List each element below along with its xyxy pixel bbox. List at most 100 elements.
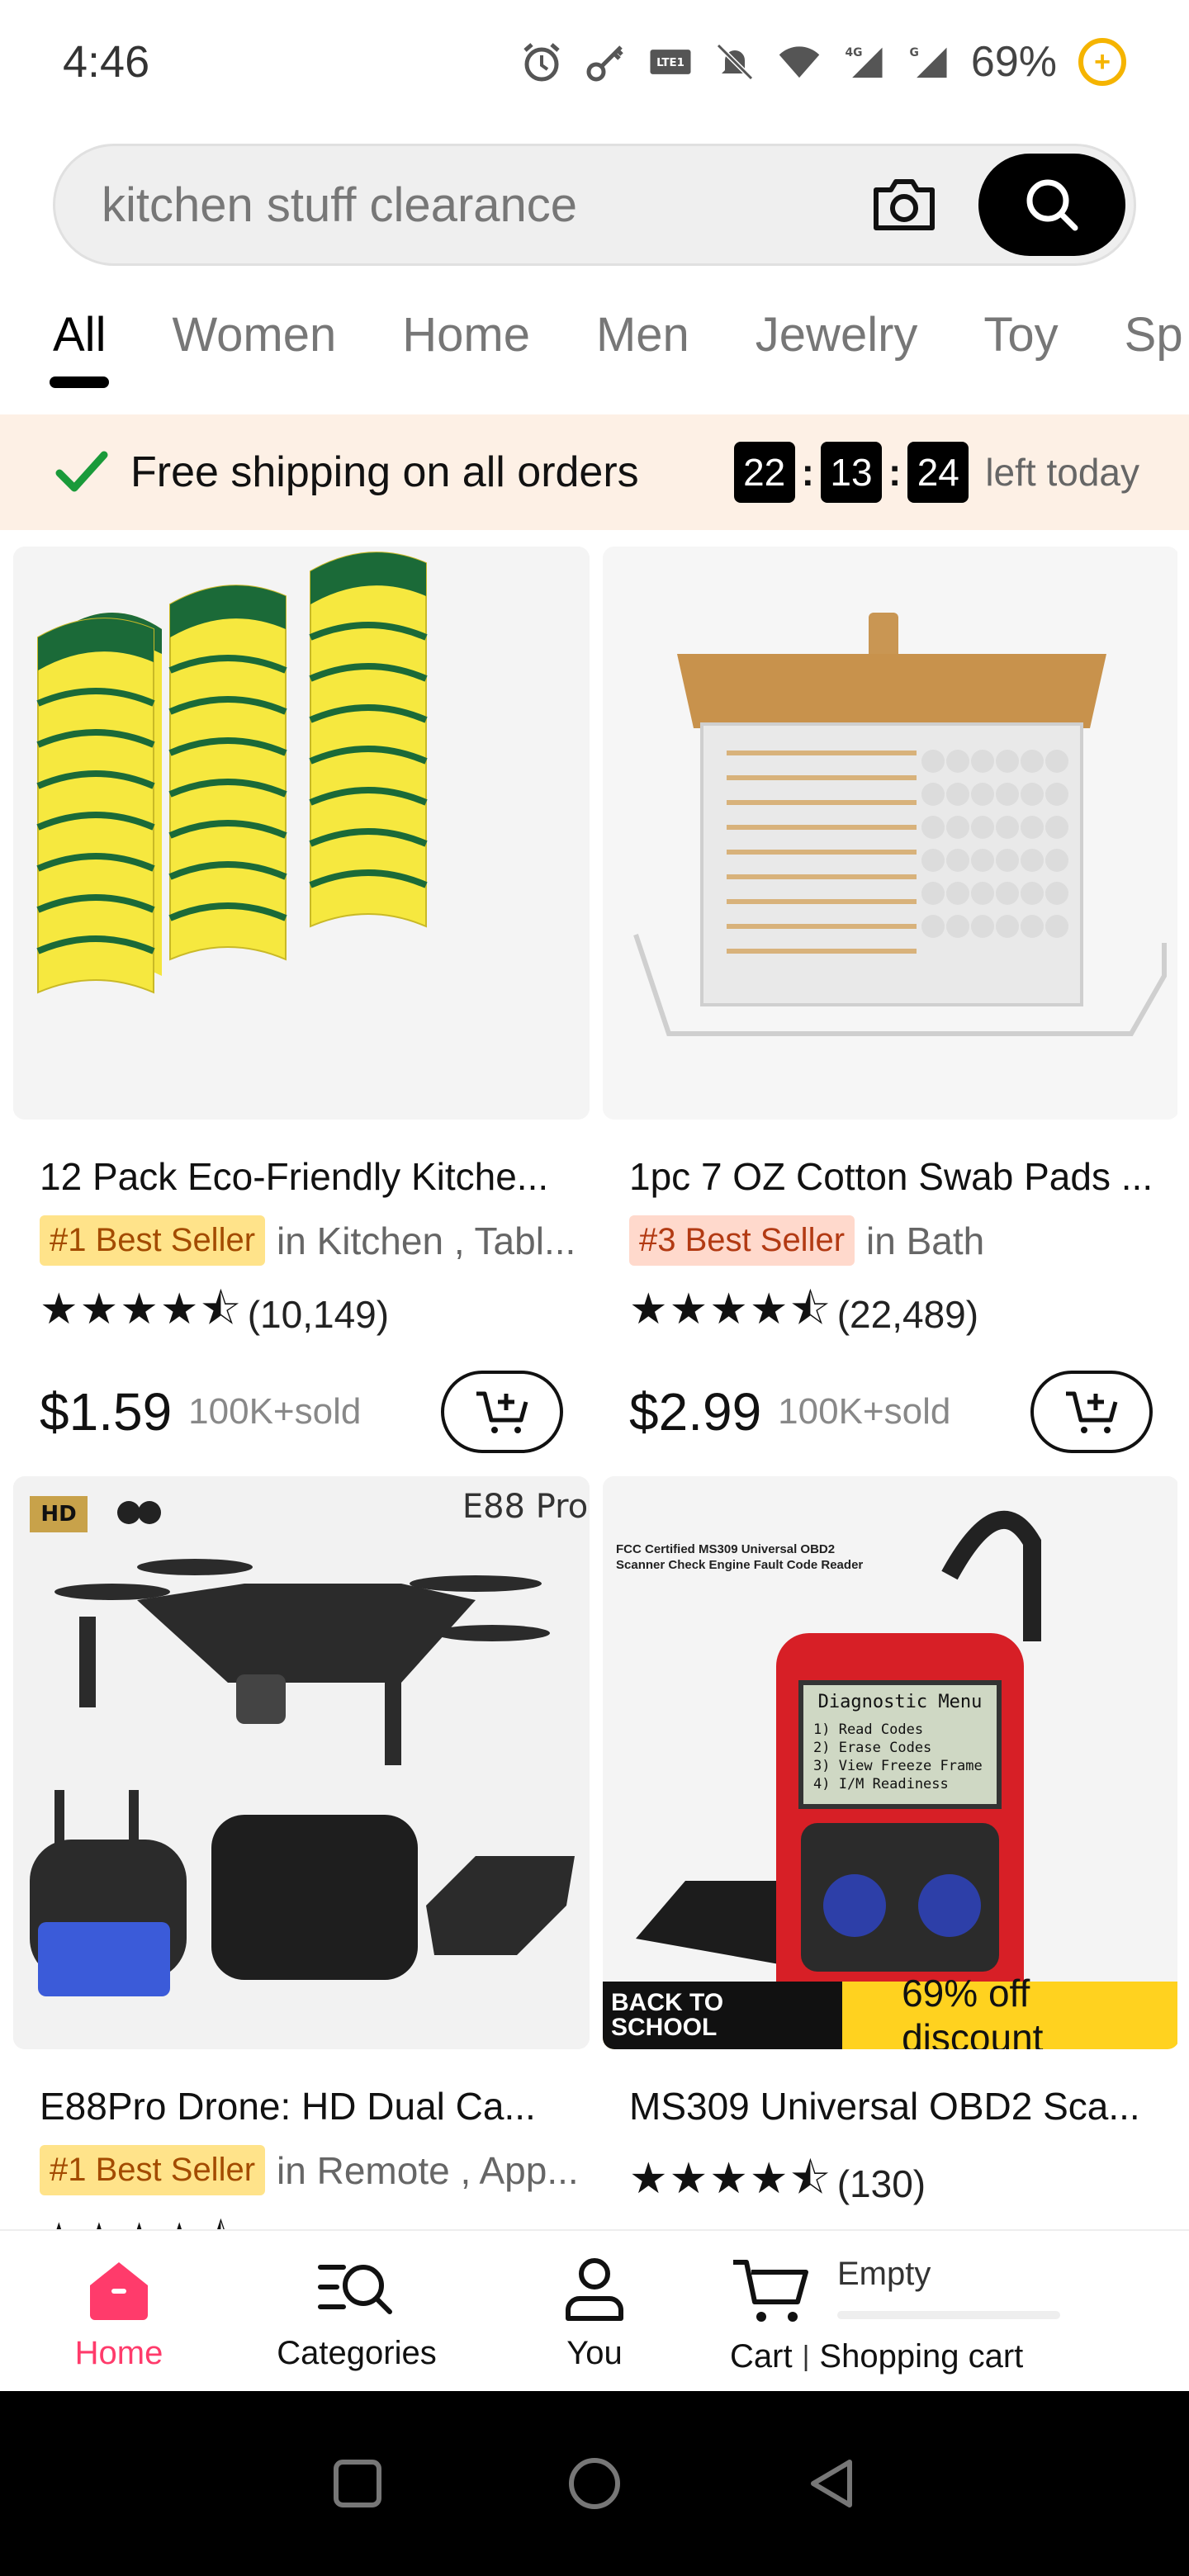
search-button[interactable] (978, 154, 1125, 256)
scanner-screen-line: 1) Read Codes (813, 1721, 923, 1738)
tab-toy[interactable]: Toy (983, 297, 1058, 362)
nav-categories[interactable]: Categories (238, 2231, 476, 2391)
svg-text:LTE1: LTE1 (656, 57, 685, 69)
nav-you[interactable]: You (476, 2231, 713, 2391)
review-count: (22,489) (836, 1292, 979, 1336)
cart-progress-bar (837, 2311, 1060, 2319)
seller-category[interactable]: in Kitchen , Tabl... (277, 1219, 576, 1263)
home-circle-icon[interactable] (566, 2455, 623, 2512)
image-label: E88 Pro (462, 1488, 588, 1526)
rating: ★★★★⯪ (22,489) (603, 1277, 1177, 1351)
category-tabs: All Women Home Men Jewelry Toy Sp (0, 297, 1189, 396)
rating: ★★★★⯪ (130) (603, 2147, 1177, 2220)
key-icon (585, 40, 628, 83)
product-title[interactable]: E88Pro Drone: HD Dual Ca... (13, 2084, 575, 2129)
discount-banner[interactable]: BACK TO SCHOOL 69% off discount (603, 1972, 1177, 2049)
review-count: (10,149) (247, 1292, 390, 1336)
rating: ★★★★⯪ (10,149) (13, 1277, 590, 1351)
seller-category[interactable]: in Bath (866, 1219, 984, 1263)
best-seller-badge[interactable]: #1 Best Seller (40, 2145, 266, 2195)
search-input[interactable] (55, 177, 863, 233)
star-rating-icon: ★★★★⯪ (40, 2207, 243, 2231)
product-image[interactable] (13, 547, 590, 1120)
tab-all[interactable]: All (49, 297, 110, 388)
cart-plus-icon (476, 1391, 528, 1433)
scanner-screen-title: Diagnostic Menu (818, 1692, 983, 1712)
scanner-screen-line: 3) View Freeze Frame (813, 1758, 983, 1774)
product-card[interactable]: FCC Certified MS309 Universal OBD2 Scann… (603, 1476, 1177, 2220)
product-image[interactable] (603, 547, 1177, 1120)
battery-percent: 69% (970, 38, 1057, 86)
product-price: $1.59 (40, 1382, 173, 1442)
scanner-screen-line: 4) I/M Readiness (813, 1776, 949, 1792)
svg-text:4G: 4G (845, 46, 862, 59)
search-icon (1026, 179, 1078, 231)
tab-jewelry[interactable]: Jewelry (756, 297, 918, 362)
signal-g-icon: G (907, 40, 950, 83)
nav-cart-label: Cart (730, 2338, 793, 2375)
alarm-icon (520, 40, 563, 83)
nav-cart[interactable]: Empty Cart | Shopping cart (713, 2231, 1189, 2391)
sold-count: 100K+sold (188, 1391, 362, 1432)
product-price: $2.99 (629, 1382, 762, 1442)
categories-icon (318, 2265, 392, 2314)
star-rating-icon: ★★★★⯪ (40, 1286, 243, 1333)
star-rating-icon: ★★★★⯪ (629, 1286, 832, 1333)
nav-categories-label: Categories (277, 2335, 437, 2371)
review-count: (130) (836, 2162, 926, 2205)
search-bar[interactable] (53, 144, 1136, 266)
countdown-hours: 22 (733, 442, 795, 503)
free-shipping-banner[interactable]: Free shipping on all orders 22 : 13 : 24… (0, 414, 1189, 530)
nav-you-label: You (566, 2335, 623, 2371)
nav-home-label: Home (74, 2335, 163, 2371)
tab-sports[interactable]: Sp (1125, 297, 1183, 362)
check-icon (55, 451, 108, 492)
status-icons: LTE1 4G G 69% + (520, 37, 1126, 87)
cart-status: Empty (837, 2256, 931, 2292)
add-to-cart-button[interactable] (441, 1371, 563, 1453)
product-title[interactable]: 1pc 7 OZ Cotton Swab Pads ... (603, 1154, 1164, 1199)
seller-category[interactable]: in Remote , App... (277, 2148, 579, 2193)
product-image[interactable]: FCC Certified MS309 Universal OBD2 Scann… (603, 1476, 1177, 2049)
signal-4g-icon: 4G (842, 40, 885, 83)
tab-men[interactable]: Men (596, 297, 689, 362)
wifi-icon (778, 40, 821, 83)
camera-search-icon[interactable] (863, 163, 945, 246)
svg-text:G: G (909, 46, 918, 59)
rating: ★★★★⯪ (527) (13, 2207, 590, 2231)
image-caption: FCC Certified MS309 Universal OBD2 Scann… (616, 1542, 864, 1572)
promo-text: Free shipping on all orders (130, 448, 639, 496)
mute-icon (713, 40, 756, 83)
recents-icon[interactable] (331, 2457, 384, 2510)
add-to-cart-button[interactable] (1030, 1371, 1153, 1453)
status-time: 4:46 (63, 37, 150, 87)
best-seller-badge[interactable]: #3 Best Seller (629, 1215, 855, 1266)
bottom-navigation: Home Categories You Empty Cart | Shoppin… (0, 2229, 1189, 2391)
scanner-screen-line: 2) Erase Codes (813, 1740, 931, 1756)
person-icon (566, 2258, 623, 2321)
product-card[interactable]: HD E88 Pro E88Pro Drone: HD Dual Ca... #… (13, 1476, 590, 2231)
tab-women[interactable]: Women (172, 297, 336, 362)
best-seller-badge[interactable]: #1 Best Seller (40, 1215, 266, 1266)
countdown-timer: 22 : 13 : 24 left today (733, 442, 1139, 503)
nav-home[interactable]: Home (0, 2231, 238, 2391)
product-card[interactable]: 12 Pack Eco-Friendly Kitche... #1 Best S… (13, 547, 590, 1453)
status-bar: 4:46 LTE1 4G G 69% + (0, 0, 1189, 124)
sold-count: 100K+sold (778, 1391, 951, 1432)
discount-text: 69% off discount (902, 1972, 1044, 2049)
home-icon (90, 2262, 148, 2320)
countdown-label: left today (985, 451, 1139, 494)
product-image[interactable]: HD E88 Pro (13, 1476, 590, 2049)
back-icon[interactable] (805, 2457, 858, 2510)
product-title[interactable]: 12 Pack Eco-Friendly Kitche... (13, 1154, 575, 1199)
tab-home[interactable]: Home (402, 297, 530, 362)
back-to-school-label: BACK TO SCHOOL (603, 1982, 843, 2049)
cart-plus-icon (1066, 1391, 1118, 1433)
battery-saver-icon: + (1078, 38, 1126, 86)
shopping-cart-label: Shopping cart (819, 2338, 1024, 2375)
product-grid: 12 Pack Eco-Friendly Kitche... #1 Best S… (13, 547, 1177, 2231)
product-card[interactable]: 1pc 7 OZ Cotton Swab Pads ... #3 Best Se… (603, 547, 1177, 1453)
product-title[interactable]: MS309 Universal OBD2 Sca... (603, 2084, 1164, 2129)
countdown-seconds: 24 (907, 442, 969, 503)
star-rating-icon: ★★★★⯪ (629, 2155, 832, 2203)
